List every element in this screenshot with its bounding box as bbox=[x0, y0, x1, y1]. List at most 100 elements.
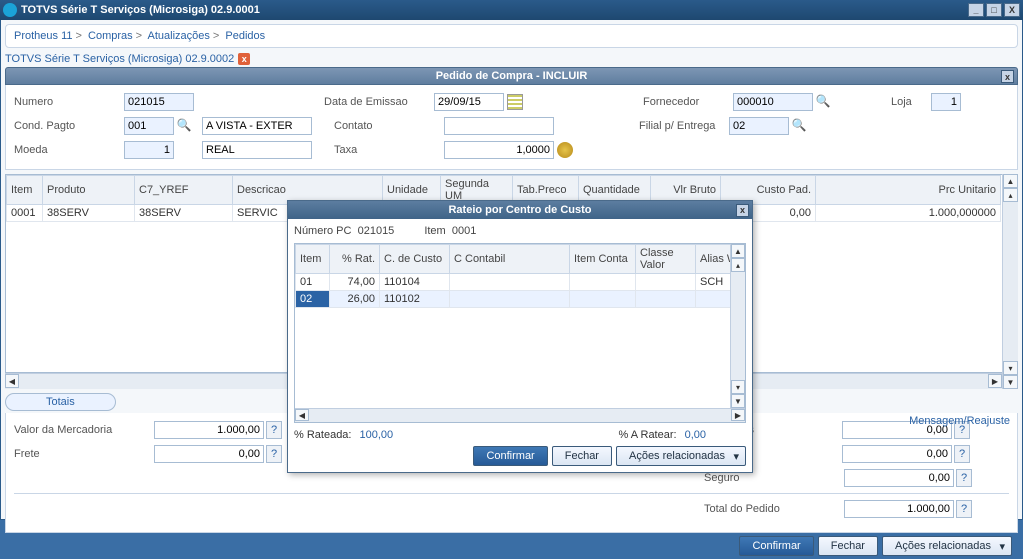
mcol-itemconta[interactable]: Item Conta bbox=[570, 245, 636, 274]
cell-item[interactable]: 0001 bbox=[7, 205, 43, 222]
form-panel: Numero Data de Emissao Fornecedor 🔍 Loja… bbox=[5, 85, 1018, 170]
label-data: Data de Emissao bbox=[324, 96, 434, 108]
col-produto[interactable]: Produto bbox=[43, 176, 135, 205]
scroll-right-icon[interactable]: ▶ bbox=[988, 374, 1002, 388]
col-prcunit[interactable]: Prc Unitario bbox=[816, 176, 1001, 205]
m-scroll-up2-icon[interactable]: ▴ bbox=[731, 258, 745, 272]
loja-input[interactable] bbox=[931, 93, 961, 111]
label-aratear: % A Ratear: bbox=[618, 429, 676, 441]
subtab-totais[interactable]: Totais bbox=[5, 393, 116, 411]
numero-input[interactable] bbox=[124, 93, 194, 111]
modal-close-icon[interactable]: x bbox=[736, 204, 749, 217]
modal-hscroll[interactable]: ◀ ▶ bbox=[295, 408, 745, 422]
col-item[interactable]: Item bbox=[7, 176, 43, 205]
data-emissao-input[interactable] bbox=[434, 93, 504, 111]
subtab-mensagem[interactable]: Mensagem/Reajuste bbox=[909, 415, 1010, 427]
tab-bar: TOTVS Série T Serviços (Microsiga) 02.9.… bbox=[5, 53, 1018, 65]
m-scroll-up-icon[interactable]: ▲ bbox=[731, 244, 745, 258]
modal-fechar-button[interactable]: Fechar bbox=[552, 446, 612, 466]
cond-input[interactable] bbox=[124, 117, 174, 135]
label-numeropc: Número PC bbox=[294, 225, 351, 237]
scroll-up-icon[interactable]: ▲ bbox=[1003, 174, 1018, 188]
help-icon[interactable]: ? bbox=[954, 445, 970, 463]
help-icon[interactable]: ? bbox=[266, 445, 282, 463]
rateada-value: 100,00 bbox=[359, 429, 393, 441]
mcol-cc[interactable]: C. de Custo bbox=[380, 245, 450, 274]
grid-vscroll[interactable]: ▲ ▴ ▾ ▼ bbox=[1002, 174, 1018, 389]
fechar-button[interactable]: Fechar bbox=[818, 536, 878, 556]
tab-close-icon[interactable]: x bbox=[238, 53, 250, 65]
help-icon[interactable]: ? bbox=[956, 469, 972, 487]
crumb-1[interactable]: Compras bbox=[88, 30, 133, 42]
mcol-classe[interactable]: Classe Valor bbox=[636, 245, 696, 274]
mcol-rat[interactable]: % Rat. bbox=[330, 245, 380, 274]
window-title: TOTVS Série T Serviços (Microsiga) 02.9.… bbox=[21, 4, 260, 16]
mcol-ccont[interactable]: C Contabil bbox=[450, 245, 570, 274]
footer-buttons: Confirmar Fechar Ações relacionadas bbox=[5, 533, 1018, 559]
mercadoria-value bbox=[154, 421, 264, 439]
modal-row-selected[interactable]: 02 26,00 110102 bbox=[296, 291, 745, 308]
cond-search-icon[interactable]: 🔍 bbox=[176, 118, 192, 134]
mcol-item[interactable]: Item bbox=[296, 245, 330, 274]
m-scroll-down-icon[interactable]: ▼ bbox=[731, 394, 745, 408]
label-moeda: Moeda bbox=[14, 144, 124, 156]
label-mercadoria: Valor da Mercadoria bbox=[14, 424, 154, 436]
help-icon[interactable]: ? bbox=[956, 500, 972, 518]
label-cond: Cond. Pagto bbox=[14, 120, 124, 132]
cell-prcunit[interactable]: 1.000,000000 bbox=[816, 205, 1001, 222]
maximize-btn[interactable]: □ bbox=[986, 3, 1002, 17]
frete-value bbox=[154, 445, 264, 463]
modal-acoes-button[interactable]: Ações relacionadas bbox=[616, 446, 746, 466]
scroll-down2-icon[interactable]: ▾ bbox=[1003, 361, 1018, 375]
crumb-0[interactable]: Protheus 11 bbox=[14, 30, 73, 42]
fornecedor-input[interactable] bbox=[733, 93, 813, 111]
close-window-btn[interactable]: X bbox=[1004, 3, 1020, 17]
modal-item-value: 0001 bbox=[452, 225, 476, 237]
m-scroll-left-icon[interactable]: ◀ bbox=[295, 409, 309, 421]
modal-header-row: Item % Rat. C. de Custo C Contabil Item … bbox=[296, 245, 745, 274]
breadcrumb: Protheus 11> Compras> Atualizações> Pedi… bbox=[5, 24, 1018, 48]
modal-row[interactable]: 01 74,00 110104 SCH bbox=[296, 274, 745, 291]
m-scroll-down2-icon[interactable]: ▾ bbox=[731, 380, 745, 394]
modal-grid[interactable]: Item % Rat. C. de Custo C Contabil Item … bbox=[294, 243, 746, 423]
scroll-up2-icon[interactable]: ▴ bbox=[1003, 188, 1018, 202]
scroll-left-icon[interactable]: ◀ bbox=[5, 374, 19, 388]
label-fornecedor: Fornecedor bbox=[643, 96, 733, 108]
taxa-input[interactable] bbox=[444, 141, 554, 159]
fornecedor-search-icon[interactable]: 🔍 bbox=[815, 94, 831, 110]
coins-icon bbox=[557, 142, 573, 158]
aratear-value: 0,00 bbox=[685, 429, 706, 441]
contato-input[interactable] bbox=[444, 117, 554, 135]
label-taxa: Taxa bbox=[334, 144, 444, 156]
modal-vscroll[interactable]: ▲ ▴ ▾ ▼ bbox=[730, 244, 745, 408]
label-frete: Frete bbox=[14, 448, 154, 460]
m-scroll-right-icon[interactable]: ▶ bbox=[731, 409, 745, 421]
form-close-icon[interactable]: x bbox=[1001, 70, 1014, 83]
tab-label[interactable]: TOTVS Série T Serviços (Microsiga) 02.9.… bbox=[5, 53, 234, 65]
numeropc-value: 021015 bbox=[358, 225, 395, 237]
crumb-2[interactable]: Atualizações bbox=[148, 30, 210, 42]
moeda-input[interactable] bbox=[124, 141, 174, 159]
despesas-value bbox=[842, 445, 952, 463]
cond-desc bbox=[202, 117, 312, 135]
seguro-value bbox=[844, 469, 954, 487]
modal-title: Rateio por Centro de Custo bbox=[448, 204, 591, 216]
filial-input[interactable] bbox=[729, 117, 789, 135]
confirmar-button[interactable]: Confirmar bbox=[739, 536, 813, 556]
label-modal-item: Item bbox=[424, 225, 445, 237]
minimize-btn[interactable]: _ bbox=[968, 3, 984, 17]
acoes-button[interactable]: Ações relacionadas bbox=[882, 536, 1012, 556]
modal-confirmar-button[interactable]: Confirmar bbox=[473, 446, 547, 466]
label-contato: Contato bbox=[334, 120, 444, 132]
help-icon[interactable]: ? bbox=[266, 421, 282, 439]
cell-produto[interactable]: 38SERV bbox=[43, 205, 135, 222]
moeda-desc bbox=[202, 141, 312, 159]
scroll-down-icon[interactable]: ▼ bbox=[1003, 375, 1018, 389]
form-header: Pedido de Compra - INCLUIR x bbox=[5, 67, 1018, 85]
calendar-icon[interactable] bbox=[507, 94, 523, 110]
label-total: Total do Pedido bbox=[704, 503, 844, 515]
filial-search-icon[interactable]: 🔍 bbox=[791, 118, 807, 134]
col-c7yref[interactable]: C7_YREF bbox=[135, 176, 233, 205]
cell-c7yref[interactable]: 38SERV bbox=[135, 205, 233, 222]
crumb-3[interactable]: Pedidos bbox=[225, 30, 265, 42]
